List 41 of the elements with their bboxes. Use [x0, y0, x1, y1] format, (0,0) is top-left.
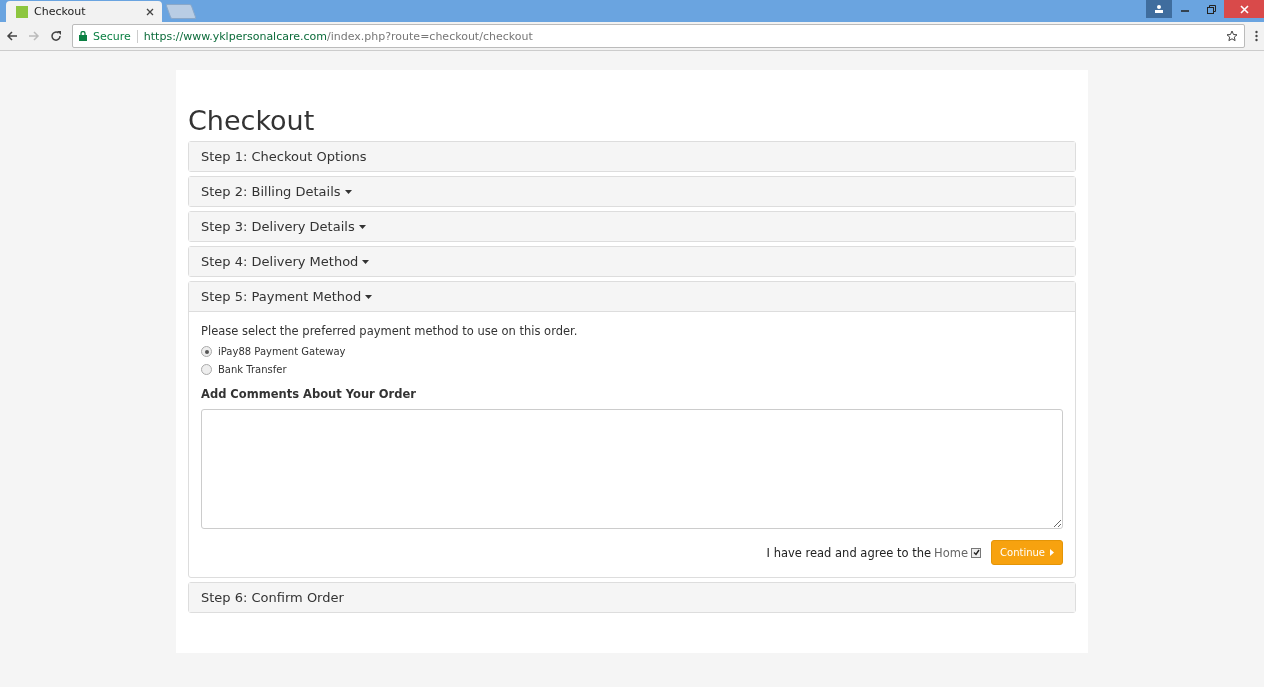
step-title: Step 1: Checkout Options	[201, 149, 367, 164]
url-text: https://www.yklpersonalcare.com/index.php?route=checkout/checkout	[143, 29, 533, 43]
agree-text: I have read and agree to the	[766, 545, 932, 560]
person-icon	[1154, 4, 1164, 14]
profile-button[interactable]	[1146, 0, 1172, 18]
step-heading[interactable]: Step 5: Payment Method	[189, 282, 1075, 311]
terms-link[interactable]: Home	[934, 545, 969, 560]
menu-icon[interactable]	[1255, 30, 1258, 42]
star-icon[interactable]	[1226, 30, 1238, 42]
reload-icon[interactable]	[50, 30, 62, 42]
radio-button[interactable]	[201, 346, 212, 357]
comments-label: Add Comments About Your Order	[201, 387, 417, 401]
close-button[interactable]	[1224, 0, 1264, 18]
step-title: Step 3: Delivery Details	[201, 219, 355, 234]
close-icon[interactable]	[146, 7, 154, 16]
address-bar[interactable]: Secure https://www.yklpersonalcare.com/index.php?route=checkout/checkout	[72, 24, 1245, 48]
step-heading[interactable]: Step 6: Confirm Order	[189, 583, 1075, 612]
back-icon[interactable]	[6, 30, 18, 42]
lock-icon	[79, 31, 87, 41]
step-title: Step 6: Confirm Order	[201, 590, 344, 605]
caret-right-icon	[1050, 549, 1054, 556]
page-title: Checkout	[188, 105, 316, 136]
step-title: Step 2: Billing Details	[201, 184, 341, 199]
site-favicon	[16, 5, 28, 18]
comments-field[interactable]	[201, 409, 1063, 529]
step-heading[interactable]: Step 4: Delivery Method	[189, 247, 1075, 276]
step-title: Step 5: Payment Method	[201, 289, 362, 304]
restore-icon	[1206, 4, 1216, 14]
security-label: Secure	[93, 29, 131, 43]
payment-option-label: Bank Transfer	[218, 364, 287, 375]
agree-checkbox[interactable]	[971, 547, 982, 558]
close-icon	[1239, 4, 1249, 14]
radio-button[interactable]	[201, 364, 212, 375]
step-title: Step 4: Delivery Method	[201, 254, 359, 269]
step-heading[interactable]: Step 3: Delivery Details	[189, 212, 1075, 241]
payment-instructions: Please select the preferred payment method to use on this order.	[201, 324, 579, 338]
tab-title: Checkout	[34, 5, 87, 18]
step-heading[interactable]: Step 1: Checkout Options	[189, 142, 1075, 171]
browser-tab[interactable]: Checkout	[6, 1, 162, 22]
step-heading[interactable]: Step 2: Billing Details	[189, 177, 1075, 206]
payment-option-label: iPay88 Payment Gateway	[218, 346, 346, 357]
